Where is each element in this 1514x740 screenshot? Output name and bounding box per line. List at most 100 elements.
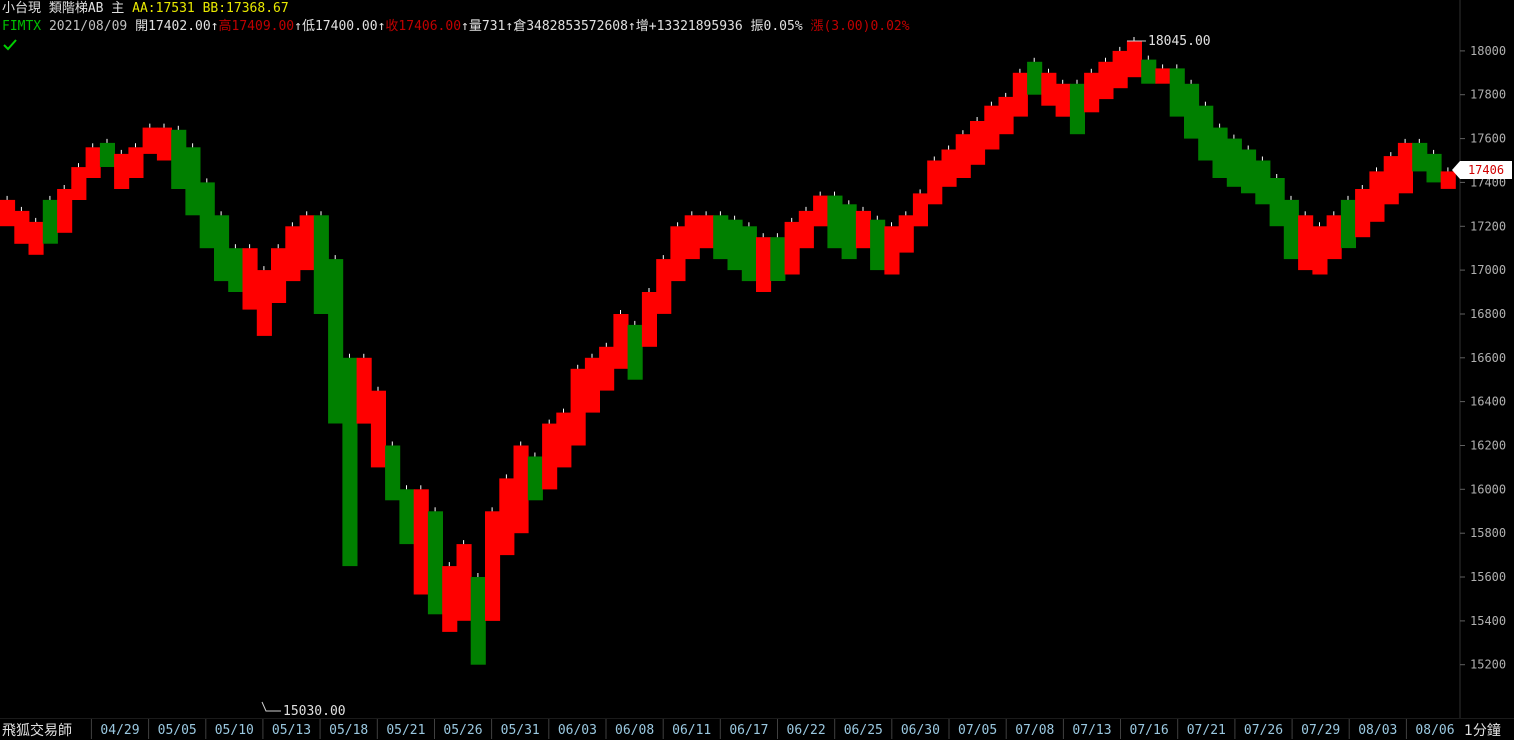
step-block <box>1141 59 1157 84</box>
y-tick-label: 15800 <box>1470 526 1506 540</box>
step-block <box>1355 189 1371 238</box>
step-block <box>1298 215 1314 271</box>
y-tick-label: 16000 <box>1470 482 1506 496</box>
step-block <box>556 412 572 468</box>
step-block <box>442 566 458 632</box>
step-block <box>599 346 615 391</box>
y-tick-label: 17200 <box>1470 219 1506 233</box>
quote-segment: 漲(3.00)0.02% <box>810 19 910 34</box>
step-block <box>1041 72 1057 106</box>
quote-segment: 開17402.00↑ <box>135 19 219 34</box>
step-block <box>1098 61 1114 100</box>
step-blocks <box>0 41 1456 665</box>
quote-segment: 倉3482853572608↑ <box>513 19 636 34</box>
step-block <box>1212 127 1228 178</box>
step-block <box>1184 83 1200 139</box>
quote-segment: 量731↑ <box>468 19 514 34</box>
step-block <box>1241 149 1257 194</box>
y-axis: 15200 15400 15600 15800 16000 16200 16400 16600… <box>1460 44 1506 672</box>
price-wicks <box>6 37 1449 577</box>
step-block <box>784 221 800 275</box>
price-chart[interactable]: 15200 15400 15600 15800 16000 16200 16400 16600… <box>0 0 1514 739</box>
step-block <box>1426 153 1442 183</box>
quote-segment: 增+13321895936 <box>635 19 751 34</box>
step-block <box>984 105 1000 150</box>
y-tick-label: 15200 <box>1470 658 1506 672</box>
y-tick-label: 17000 <box>1470 263 1506 277</box>
quote-segment: ↑ <box>461 19 469 34</box>
y-tick-label: 16800 <box>1470 307 1506 321</box>
step-block <box>1012 72 1028 117</box>
step-block <box>1283 199 1299 260</box>
step-block <box>1069 83 1085 135</box>
step-block <box>228 248 244 292</box>
step-block <box>898 215 914 253</box>
annotation-label: 15030.00 <box>283 704 346 719</box>
step-block <box>613 314 629 369</box>
step-block <box>1255 160 1271 205</box>
step-block <box>699 215 715 249</box>
step-block <box>156 127 172 161</box>
annotation-label: 18045.00 <box>1148 34 1211 49</box>
step-block <box>370 390 386 468</box>
step-block <box>271 248 287 303</box>
step-block <box>14 210 30 244</box>
y-tick-label: 15600 <box>1470 570 1506 584</box>
step-block <box>114 153 130 189</box>
indicator-line: 小台現 類階梯AB 主 AA:17531 BB:17368.67 <box>2 0 289 18</box>
quote-segment: FIMTX <box>2 19 49 34</box>
step-block <box>427 511 443 615</box>
y-tick-label: 17600 <box>1470 132 1506 146</box>
step-block <box>1155 68 1171 84</box>
step-block <box>1312 226 1328 275</box>
step-block <box>970 121 986 165</box>
annotations: 18045.00 15030.00 <box>261 34 1211 719</box>
indicator-segment: AA:17531 BB:17368.67 <box>132 1 289 16</box>
step-block <box>256 270 272 336</box>
step-block <box>713 215 729 260</box>
quote-segment: 振0.05% <box>750 19 811 34</box>
step-block <box>1126 41 1142 78</box>
step-block <box>399 489 415 545</box>
step-block <box>841 204 857 260</box>
y-tick-label: 16400 <box>1470 395 1506 409</box>
step-block <box>199 182 215 249</box>
step-block <box>142 127 158 154</box>
y-tick-label: 16600 <box>1470 351 1506 365</box>
step-block <box>741 226 757 282</box>
time-axis-bar: 飛狐交易師 1分鐘 <box>0 718 1514 740</box>
quote-segment: ↑ <box>294 19 302 34</box>
step-block <box>128 147 144 178</box>
timeframe-button[interactable]: 1分鐘 <box>1464 720 1501 740</box>
step-block <box>85 147 101 178</box>
step-block <box>756 237 772 292</box>
step-block <box>627 324 643 380</box>
step-block <box>28 221 44 255</box>
y-tick-label: 16200 <box>1470 439 1506 453</box>
step-block <box>641 292 657 347</box>
step-block <box>42 199 58 244</box>
quote-segment: 2021/08/09 <box>48 19 136 34</box>
step-block <box>1326 215 1342 260</box>
step-block <box>1055 83 1071 117</box>
check-icon <box>3 39 17 51</box>
step-block <box>684 215 700 260</box>
step-block <box>1226 138 1242 187</box>
step-block <box>1169 68 1185 117</box>
last-price-pointer <box>1452 161 1460 179</box>
step-block <box>485 511 501 621</box>
step-block <box>912 193 928 227</box>
step-block <box>1198 105 1214 161</box>
step-block <box>99 142 115 167</box>
step-block <box>998 96 1014 135</box>
step-block <box>1369 171 1385 222</box>
step-block <box>513 445 529 534</box>
step-block <box>527 456 543 501</box>
y-tick-label: 17800 <box>1470 88 1506 102</box>
last-price-label: 17406 <box>1460 161 1512 179</box>
step-block <box>827 195 843 249</box>
step-block <box>798 210 814 249</box>
step-block <box>456 544 472 621</box>
quote-segment: 低17400.00↑ <box>301 19 386 34</box>
indicator-segment: 小台現 類階梯AB 主 <box>2 1 133 16</box>
